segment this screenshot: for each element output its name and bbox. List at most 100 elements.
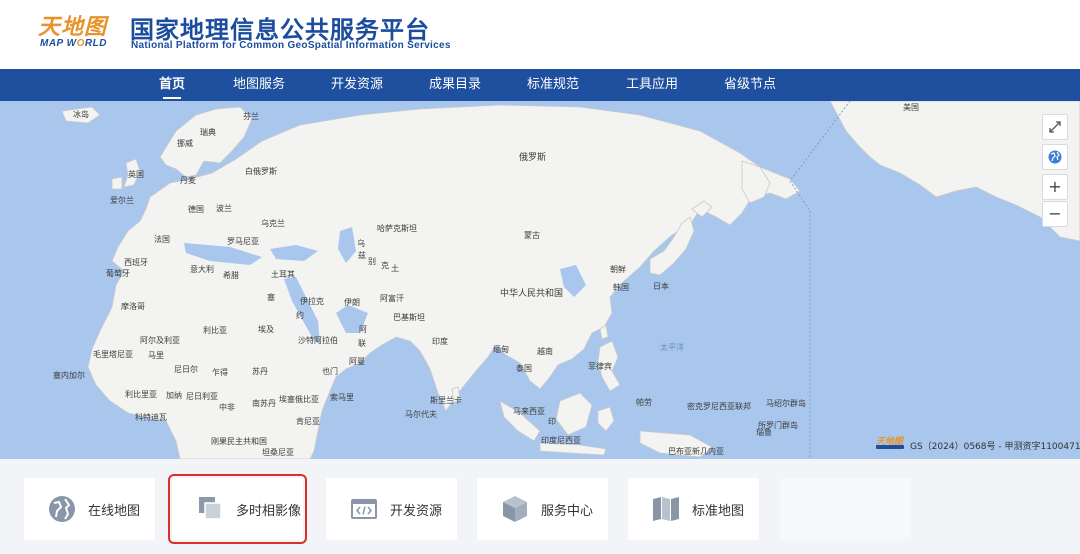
map-label: 冰岛 — [73, 110, 89, 119]
zoom-out-button[interactable]: − — [1042, 201, 1068, 227]
nav-item-map-services[interactable]: 地图服务 — [233, 69, 285, 101]
map-label: 中非 — [219, 403, 235, 412]
globe-view-button[interactable] — [1042, 144, 1068, 170]
map-label: 蒙古 — [524, 231, 540, 240]
map-label: 白俄罗斯 — [245, 167, 277, 176]
logo-english-text: MAP WORLD — [40, 38, 107, 49]
map-label: 伊朗 — [344, 298, 360, 307]
map-label: 索马里 — [330, 393, 354, 402]
map-label: 阿尔及利亚 — [140, 336, 180, 345]
map-label: 阿富汗 — [380, 294, 404, 303]
nav-item-home[interactable]: 首页 — [159, 69, 185, 101]
nav-item-dev-resources[interactable]: 开发资源 — [331, 69, 383, 101]
map-label: 印度尼西亚 — [541, 436, 581, 445]
map-label: 乌 — [357, 239, 365, 248]
nav-item-tools[interactable]: 工具应用 — [626, 69, 678, 101]
map-label: 斯里兰卡 — [430, 396, 462, 405]
nav-item-standards[interactable]: 标准规范 — [527, 69, 579, 101]
map-copyright: GS（2024）0568号 - 甲测资字1100471 — [910, 442, 1080, 452]
map-label: 马来西亚 — [513, 407, 545, 416]
zoom-in-button[interactable]: + — [1042, 174, 1068, 200]
nav-item-provincial-nodes[interactable]: 省级节点 — [724, 69, 776, 101]
map-label: 越南 — [537, 347, 553, 356]
map-label: 肯尼亚 — [296, 417, 320, 426]
map-label: 马尔代夫 — [405, 410, 437, 419]
tile-dev-resources[interactable]: 开发资源 — [326, 478, 457, 540]
tile-multi-temporal-imagery[interactable]: 多时相影像 — [168, 474, 307, 544]
map-label: 帕劳 — [636, 398, 652, 407]
map-label: 马里 — [148, 351, 164, 360]
map-label: 泰国 — [516, 364, 532, 373]
map-label: 埃塞俄比亚 — [279, 395, 319, 404]
tile-standard-map[interactable]: 标准地图 — [628, 478, 759, 540]
map-label: 南苏丹 — [252, 399, 276, 408]
map-label: 法国 — [154, 235, 170, 244]
map-label: 西班牙 — [124, 258, 148, 267]
map-label: 埃及 — [258, 325, 274, 334]
map-label: 希腊 — [223, 271, 239, 280]
map-label: 加纳 — [166, 391, 182, 400]
tile-label: 多时相影像 — [236, 503, 302, 519]
map-label: 葡萄牙 — [106, 269, 130, 278]
map-label: 所罗门群岛 — [758, 421, 798, 430]
fullscreen-icon — [1049, 121, 1061, 133]
map-label: 约 — [296, 311, 304, 320]
map-label: 阿 — [359, 325, 367, 334]
tile-label: 在线地图 — [88, 503, 141, 519]
map-label: 塞内加尔 — [53, 371, 85, 380]
map-label: 爱尔兰 — [110, 196, 134, 205]
map-label: 日本 — [653, 282, 669, 291]
map-label: 利比里亚 — [125, 390, 157, 399]
map-label: 克 — [381, 261, 389, 270]
map-label: 哈萨克斯坦 — [377, 224, 417, 233]
map-label: 科特迪瓦 — [135, 413, 167, 422]
tile-placeholder — [780, 478, 911, 540]
map-label: 英国 — [128, 170, 144, 179]
map-label: 联 — [358, 339, 366, 348]
map-viewport[interactable]: 冰岛 芬兰 瑞典 挪威 俄罗斯 英国 丹麦 爱尔兰 德国 波兰 白俄罗斯 乌克兰… — [0, 101, 1080, 459]
map-label: 尼日利亚 — [186, 392, 218, 401]
map-label: 巴布亚新几内亚 — [668, 447, 724, 456]
fullscreen-button[interactable] — [1042, 114, 1068, 140]
map-label: 乍得 — [212, 368, 228, 377]
code-icon — [351, 499, 377, 519]
map-label: 挪威 — [177, 139, 193, 148]
map-label: 印度 — [432, 337, 448, 346]
map-label: 兹 — [358, 251, 366, 260]
map-watermark-logo: 天地图 — [876, 437, 904, 449]
map-label: 土耳其 — [271, 270, 295, 279]
map-label: 苏丹 — [252, 367, 268, 376]
map-label: 德国 — [188, 205, 204, 214]
globe-icon — [1048, 150, 1062, 164]
map-label: 太平洋 — [660, 343, 684, 352]
map-label: 菲律宾 — [588, 362, 612, 371]
map-label: 也门 — [322, 367, 338, 376]
main-nav: 首页 地图服务 开发资源 成果目录 标准规范 工具应用 省级节点 — [0, 69, 1080, 101]
globe-icon — [49, 496, 75, 522]
map-label: 毛里塔尼亚 — [93, 350, 133, 359]
map-label: 巴基斯坦 — [393, 313, 425, 322]
map-label: 伊拉克 — [300, 297, 324, 306]
map-label: 别 — [368, 257, 376, 266]
map-label: 朝鲜 — [610, 265, 626, 274]
nav-item-catalog[interactable]: 成果目录 — [429, 69, 481, 101]
map-label: 沙特阿拉伯 — [298, 336, 338, 345]
map-label: 尼日尔 — [174, 365, 198, 374]
map-label: 印 — [548, 417, 556, 426]
map-label: 马绍尔群岛 — [766, 399, 806, 408]
tile-service-center[interactable]: 服务中心 — [477, 478, 608, 540]
tianditu-logo[interactable]: 天地图 MAP WORLD — [38, 9, 112, 53]
tile-label: 开发资源 — [390, 503, 443, 519]
book-icon — [653, 497, 679, 521]
map-label: 芬兰 — [243, 112, 259, 121]
tile-online-map[interactable]: 在线地图 — [24, 478, 155, 540]
map-label: 中华人民共和国 — [500, 289, 564, 299]
map-label: 塞 — [267, 293, 275, 302]
map-label: 土 — [391, 264, 399, 273]
map-label: 缅甸 — [493, 345, 509, 354]
layers-icon — [199, 497, 222, 520]
map-label: 波兰 — [216, 204, 232, 213]
map-label: 乌克兰 — [261, 219, 285, 228]
map-label: 密克罗尼西亚联邦 — [687, 402, 751, 411]
map-label: 摩洛哥 — [121, 302, 145, 311]
